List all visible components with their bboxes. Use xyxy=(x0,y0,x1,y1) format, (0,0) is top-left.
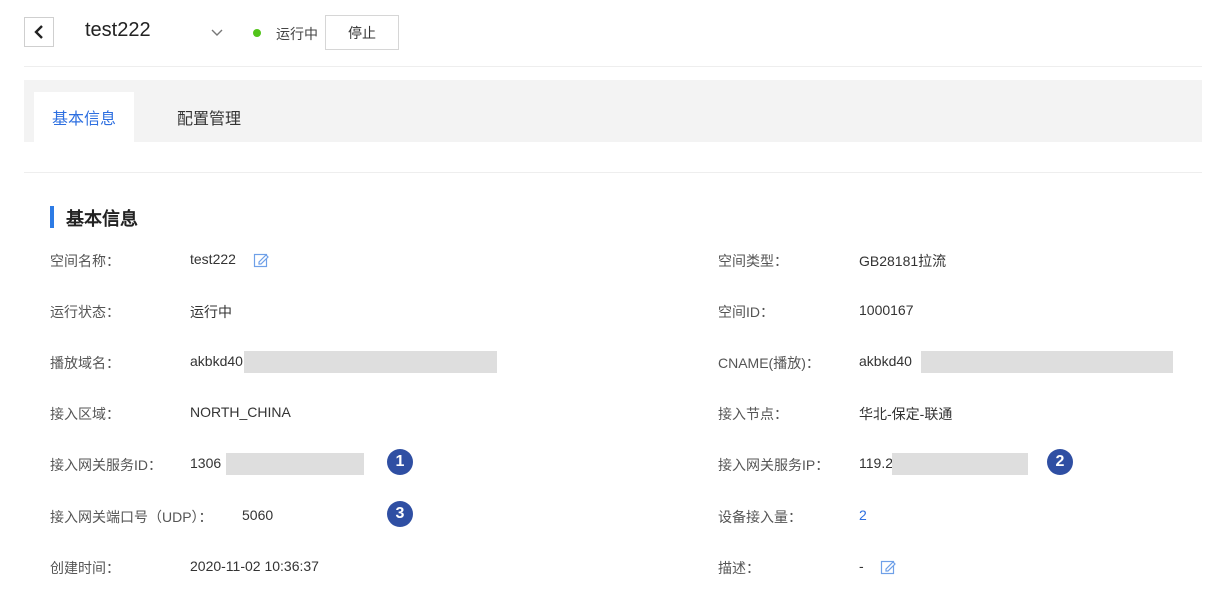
run-status-label: 运行状态： xyxy=(50,304,120,320)
gateway-service-ip-label: 接入网关服务IP： xyxy=(718,457,830,473)
redacted-region xyxy=(244,351,497,373)
edit-icon[interactable] xyxy=(253,252,269,268)
gateway-service-id-value: 1306 xyxy=(190,455,222,471)
run-status-value: 运行中 xyxy=(190,304,232,320)
device-count-label: 设备接入量： xyxy=(718,509,802,525)
space-type-label: 空间类型： xyxy=(718,253,788,269)
created-time-label: 创建时间： xyxy=(50,560,120,576)
chevron-left-icon xyxy=(34,25,43,39)
section-accent-bar xyxy=(50,206,54,228)
access-region-label: 接入区域： xyxy=(50,406,120,422)
status-text: 运行中 xyxy=(276,26,318,42)
status-dot xyxy=(253,29,261,37)
callout-badge-1: 1 xyxy=(387,449,413,475)
space-id-value: 1000167 xyxy=(859,302,914,318)
space-name-label: 空间名称： xyxy=(50,253,120,269)
access-node-label: 接入节点： xyxy=(718,406,788,422)
tab-basic-info[interactable]: 基本信息 xyxy=(34,92,134,142)
stop-button[interactable]: 停止 xyxy=(325,15,399,50)
redacted-region xyxy=(892,453,1028,475)
device-count-link[interactable]: 2 xyxy=(859,507,867,523)
cname-label: CNAME(播放)： xyxy=(718,355,820,371)
play-domain-label: 播放域名： xyxy=(50,355,120,371)
redacted-region xyxy=(921,351,1173,373)
gateway-service-id-label: 接入网关服务ID： xyxy=(50,457,162,473)
header-divider xyxy=(24,66,1202,67)
access-region-value: NORTH_CHINA xyxy=(190,404,291,420)
space-id-label: 空间ID： xyxy=(718,304,774,320)
access-node-value: 华北-保定-联通 xyxy=(859,406,953,422)
gateway-port-value: 5060 xyxy=(242,507,274,523)
space-type-value: GB28181拉流 xyxy=(859,253,947,269)
edit-icon[interactable] xyxy=(880,559,896,575)
tab-config-management[interactable]: 配置管理 xyxy=(154,92,264,142)
instance-name: test222 xyxy=(85,19,151,41)
redacted-region xyxy=(226,453,364,475)
cname-value: akbkd40 xyxy=(859,353,912,369)
basic-info-panel: 基本信息 空间名称： test222 运行状态： 运行中 播放域名： akbkd… xyxy=(24,172,1202,605)
description-value: - xyxy=(859,558,864,574)
section-title: 基本信息 xyxy=(66,209,138,229)
space-name-value: test222 xyxy=(190,251,236,267)
back-button[interactable] xyxy=(24,17,54,47)
description-label: 描述： xyxy=(718,560,760,576)
callout-badge-2: 2 xyxy=(1047,449,1073,475)
gateway-service-ip-value: 119.2 xyxy=(859,455,893,471)
created-time-value: 2020-11-02 10:36:37 xyxy=(190,558,319,574)
gateway-port-label: 接入网关端口号（UDP）： xyxy=(50,509,213,525)
header-bar: test222 运行中 停止 xyxy=(24,14,1204,54)
callout-badge-3: 3 xyxy=(387,501,413,527)
chevron-down-icon[interactable] xyxy=(210,25,224,39)
tab-bar: 基本信息 配置管理 xyxy=(24,80,1202,142)
play-domain-value: akbkd40 xyxy=(190,353,243,369)
